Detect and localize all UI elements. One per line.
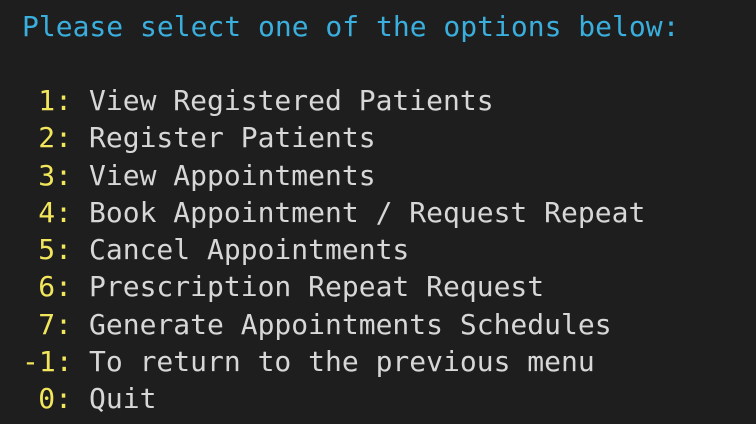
option-label: Book Appointment / Request Repeat [89, 195, 646, 229]
option-label: Quit [89, 382, 157, 416]
menu-option-7: 7: Generate Appointments Schedules [22, 306, 645, 343]
menu-option-6: 6: Prescription Repeat Request [22, 268, 645, 305]
menu-option-quit: 0: Quit [22, 380, 645, 417]
option-label: Prescription Repeat Request [89, 270, 545, 304]
options-menu: 1: View Registered Patients 2: Register … [22, 82, 645, 418]
option-label: To return to the previous menu [89, 345, 595, 379]
menu-option-5: 5: Cancel Appointments [22, 231, 645, 268]
terminal-window: Please select one of the options below: … [0, 0, 756, 424]
option-number: 5: [38, 233, 72, 267]
option-label: View Appointments [89, 158, 376, 192]
option-label: Cancel Appointments [89, 233, 410, 267]
option-number: 1: [38, 84, 72, 117]
option-number: 3: [38, 158, 72, 192]
option-label: Generate Appointments Schedules [89, 307, 612, 341]
option-number: 2: [38, 121, 72, 155]
option-number: 7: [38, 307, 72, 341]
option-number: 4: [38, 195, 72, 229]
option-label: View Registered Patients [89, 84, 494, 117]
menu-option-back: -1: To return to the previous menu [22, 343, 645, 380]
menu-option-4: 4: Book Appointment / Request Repeat [22, 194, 645, 231]
menu-option-1: 1: View Registered Patients [22, 82, 645, 119]
option-number: -1: [22, 345, 73, 379]
option-number: 6: [38, 270, 72, 304]
option-number: 0: [38, 382, 72, 416]
menu-option-3: 3: View Appointments [22, 157, 645, 194]
menu-prompt: Please select one of the options below: [22, 10, 680, 43]
menu-option-2: 2: Register Patients [22, 119, 645, 156]
option-label: Register Patients [89, 121, 376, 155]
